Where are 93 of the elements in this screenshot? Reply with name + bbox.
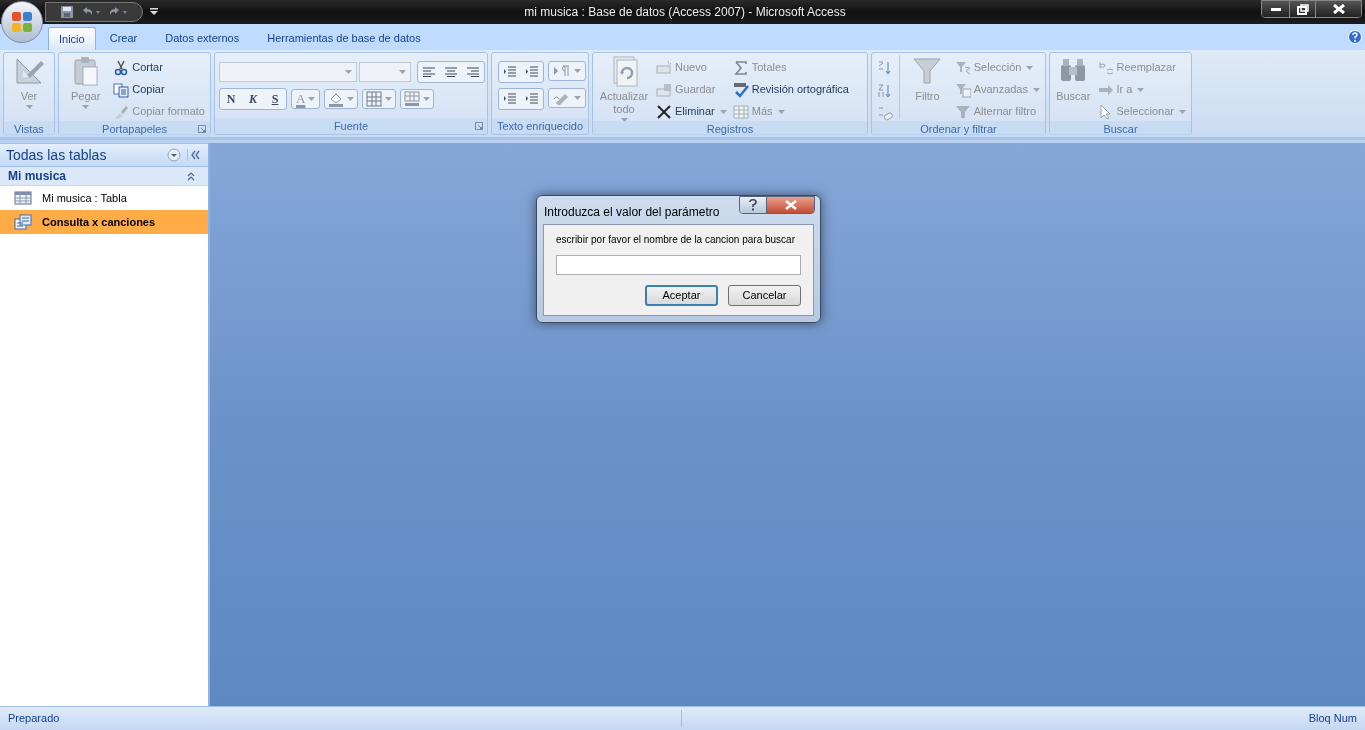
nav-item[interactable]: Consulta x canciones: [0, 210, 208, 234]
group-label: Buscar: [1103, 121, 1138, 137]
numbered-list-icon: [503, 93, 517, 105]
query-icon: [14, 214, 32, 230]
copy-icon: [113, 81, 130, 98]
save-record-icon: [656, 81, 672, 98]
dialog-launcher-icon[interactable]: [475, 122, 483, 130]
group-label: Vistas: [14, 121, 44, 137]
dropdown-caret-icon: [399, 70, 406, 74]
funnel-icon: [954, 59, 971, 76]
ribbon-tab[interactable]: Inicio: [48, 27, 96, 50]
close-icon: [784, 200, 797, 210]
dropdown-caret-icon: [574, 69, 581, 73]
table-icon: [404, 91, 421, 107]
highlighter-icon: [553, 91, 571, 105]
dialog-launcher-icon[interactable]: [198, 125, 206, 133]
dropdown-caret-icon: [347, 97, 355, 101]
ribbon-tab[interactable]: Datos externos: [151, 27, 254, 50]
ribbon-button[interactable]: Eliminar: [656, 102, 729, 121]
more-grid-icon: [732, 103, 749, 120]
funnel-icon: [954, 81, 971, 98]
new-record-icon: [656, 59, 672, 76]
group-label: Texto enriquecido: [496, 118, 584, 134]
align-icon: [444, 67, 458, 77]
collapse-chevron-icon: [186, 171, 196, 181]
delete-icon: [656, 103, 672, 120]
font-size-field[interactable]: [359, 62, 411, 82]
scissors-icon: [113, 59, 130, 76]
status-text: Bloq Num: [1308, 711, 1358, 727]
save-icon[interactable]: [60, 5, 74, 19]
question-mark-icon: [749, 199, 757, 211]
close-button[interactable]: [1315, 1, 1361, 17]
input-field[interactable]: [556, 255, 801, 275]
align-icon: [466, 67, 480, 77]
customize-arrow-icon[interactable]: [150, 8, 158, 16]
dropdown-caret-icon: [574, 96, 581, 100]
sum-icon: [732, 59, 749, 76]
spelling-check-icon: [732, 81, 749, 98]
prompt-text: escribir por favor el nombre de la cancion para buscar: [556, 233, 795, 246]
format-button[interactable]: K: [242, 89, 264, 109]
close-icon: [1332, 4, 1345, 14]
minimize-button[interactable]: [1262, 1, 1289, 17]
format-button[interactable]: S: [264, 89, 286, 109]
group-label: Portapapeles: [102, 121, 167, 137]
help-icon[interactable]: [1348, 30, 1362, 44]
window-title: mi musica : Base de datos (Access 2007) - Microsoft Access: [523, 4, 847, 21]
dropdown-caret-icon: [423, 97, 431, 101]
pane-title: Todas las tablas: [6, 145, 108, 165]
replace-icon: [1097, 59, 1114, 76]
funnel-icon: [911, 55, 944, 87]
ribbon-button[interactable]: Revisión ortográfica: [732, 80, 851, 99]
font-name-field[interactable]: [219, 62, 357, 82]
row-color-button[interactable]: [400, 89, 435, 109]
grid-icon: [366, 91, 383, 107]
format-button[interactable]: N: [220, 89, 242, 109]
highlight-button[interactable]: [548, 88, 586, 108]
status-text: Preparado: [0, 710, 682, 727]
dropdown-caret-icon: [385, 97, 393, 101]
help-button[interactable]: [740, 197, 766, 213]
sort-icon[interactable]: [877, 60, 893, 76]
font-color-button[interactable]: A: [291, 89, 321, 109]
dialog-button[interactable]: Aceptar: [645, 285, 718, 306]
dialog-button[interactable]: Cancelar: [728, 285, 801, 306]
restore-icon: [1296, 3, 1309, 15]
sort-icon[interactable]: [877, 83, 893, 99]
clear-sort-icon[interactable]: [877, 106, 893, 122]
paintbrush-icon: [113, 103, 130, 120]
restore-button[interactable]: [1289, 1, 1315, 17]
ribbon-button[interactable]: Copiar: [113, 80, 207, 99]
collapse-pane-icon[interactable]: [187, 149, 202, 161]
group-header[interactable]: Mi musica: [0, 167, 208, 186]
ribbon-button[interactable]: Cortar: [113, 58, 207, 77]
table-icon: [14, 190, 32, 206]
pilcrow-icon: [553, 64, 571, 78]
dropdown-circle-icon[interactable]: [167, 148, 181, 162]
office-logo-icon: [11, 11, 33, 33]
dropdown-caret-icon: [308, 97, 316, 101]
paragraph-direction-button[interactable]: [548, 61, 586, 81]
minimize-icon: [1270, 7, 1281, 11]
list-icon: [525, 66, 539, 78]
align-icon: [422, 67, 436, 77]
group-label: Ordenar y filtrar: [920, 121, 997, 137]
group-label: Registros: [706, 121, 754, 137]
fill-bucket-icon: [328, 91, 345, 107]
dropdown-caret-icon: [345, 70, 352, 74]
ribbon-tab[interactable]: Crear: [95, 27, 152, 50]
gridlines-button[interactable]: [362, 89, 397, 109]
indent-icon: [503, 66, 517, 78]
dialog-title: Introduzca el valor del parámetro: [543, 203, 720, 221]
ribbon-tab[interactable]: Herramientas de base de datos: [253, 27, 435, 50]
group-label: Fuente: [333, 118, 369, 134]
fill-color-button[interactable]: [324, 89, 359, 109]
bullet-list-icon: [525, 93, 539, 105]
